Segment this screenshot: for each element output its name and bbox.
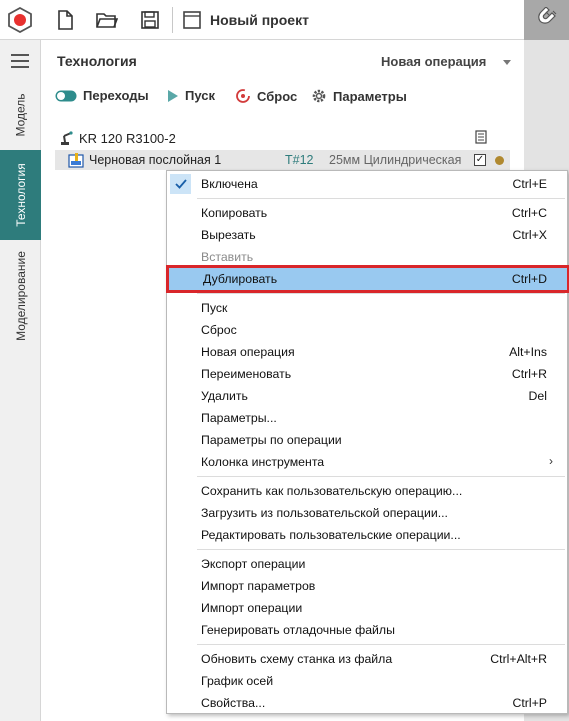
menu-separator [197,476,565,477]
new-operation-dropdown[interactable]: Новая операция [381,54,486,69]
magnet-icon[interactable] [524,0,569,40]
menu-item-reset[interactable]: Сброс [167,319,567,341]
roughing-operation-icon [68,153,84,168]
menu-item-operation-parameters[interactable]: Параметры по операции [167,429,567,451]
robot-node[interactable]: KR 120 R3100-2 [59,128,176,148]
checkmark-icon [170,174,191,194]
menu-item-paste[interactable]: Вставить [167,246,567,268]
tab-technology[interactable]: Технология [0,150,41,240]
project-icon[interactable] [178,6,206,34]
menu-item-generate-debug-files[interactable]: Генерировать отладочные файлы [167,619,567,641]
tab-model[interactable]: Модель [0,80,41,150]
menu-item-parameters[interactable]: Параметры... [167,407,567,429]
menu-item-edit-user-operations[interactable]: Редактировать пользовательские операции.… [167,524,567,546]
menu-separator [197,293,565,294]
menu-item-cut[interactable]: Вырезать Ctrl+X [167,224,567,246]
hamburger-menu-icon[interactable] [11,54,29,68]
menu-item-export-operation[interactable]: Экспорт операции [167,553,567,575]
play-icon [167,89,179,103]
operation-row[interactable]: Черновая послойная 1 T#12 25мм Цилиндрич… [55,150,510,170]
panel-title: Технология [57,53,137,69]
gear-icon [311,88,327,104]
menu-item-rename[interactable]: Переименовать Ctrl+R [167,363,567,385]
save-icon[interactable] [136,6,164,34]
left-sidebar: Модель Технология Моделирование [0,40,41,721]
open-folder-icon[interactable] [93,6,121,34]
menu-separator [197,198,565,199]
menu-item-enabled[interactable]: Включена Ctrl+E [167,173,567,195]
toolbar-separator [172,7,173,33]
transitions-toggle[interactable]: Переходы [55,88,149,103]
toggle-icon [55,90,77,102]
project-name[interactable]: Новый проект [210,12,309,28]
tool-number: T#12 [285,153,314,167]
menu-item-save-user-operation[interactable]: Сохранить как пользовательскую операцию.… [167,480,567,502]
menu-item-load-user-operation[interactable]: Загрузить из пользовательской операции..… [167,502,567,524]
operation-label: Черновая послойная 1 [89,153,222,167]
status-dot-icon [495,156,504,165]
params-button[interactable]: Параметры [311,88,407,104]
top-toolbar: Новый проект [0,0,569,40]
menu-item-import-operation[interactable]: Импорт операции [167,597,567,619]
run-button[interactable]: Пуск [167,88,215,103]
menu-item-new-operation[interactable]: Новая операция Alt+Ins [167,341,567,363]
menu-item-duplicate[interactable]: Дублировать Ctrl+D [166,265,569,293]
menu-item-copy[interactable]: Копировать Ctrl+C [167,202,567,224]
reset-button[interactable]: Сброс [235,88,297,104]
context-menu: Включена Ctrl+E Копировать Ctrl+C Выреза… [166,170,569,714]
chevron-right-icon: › [549,454,553,468]
menu-item-tool-column[interactable]: Колонка инструмента › [167,451,567,473]
tab-modeling[interactable]: Моделирование [0,240,41,352]
menu-separator [197,644,565,645]
tool-description: 25мм Цилиндрическая [329,153,462,167]
new-file-icon[interactable] [51,6,79,34]
menu-item-delete[interactable]: Удалить Del [167,385,567,407]
robot-icon [61,131,73,145]
menu-separator [197,549,565,550]
menu-item-properties[interactable]: Свойства... Ctrl+P [167,692,567,714]
enabled-checkbox[interactable]: ✓ [474,154,486,166]
app-logo-icon[interactable] [6,6,34,34]
notes-icon[interactable] [475,130,487,147]
menu-item-import-parameters[interactable]: Импорт параметров [167,575,567,597]
menu-item-axes-graph[interactable]: График осей [167,670,567,692]
menu-item-update-machine-schema[interactable]: Обновить схему станка из файла Ctrl+Alt+… [167,648,567,670]
chevron-down-icon[interactable] [503,60,511,65]
reset-icon [235,88,251,104]
menu-item-run[interactable]: Пуск [167,297,567,319]
